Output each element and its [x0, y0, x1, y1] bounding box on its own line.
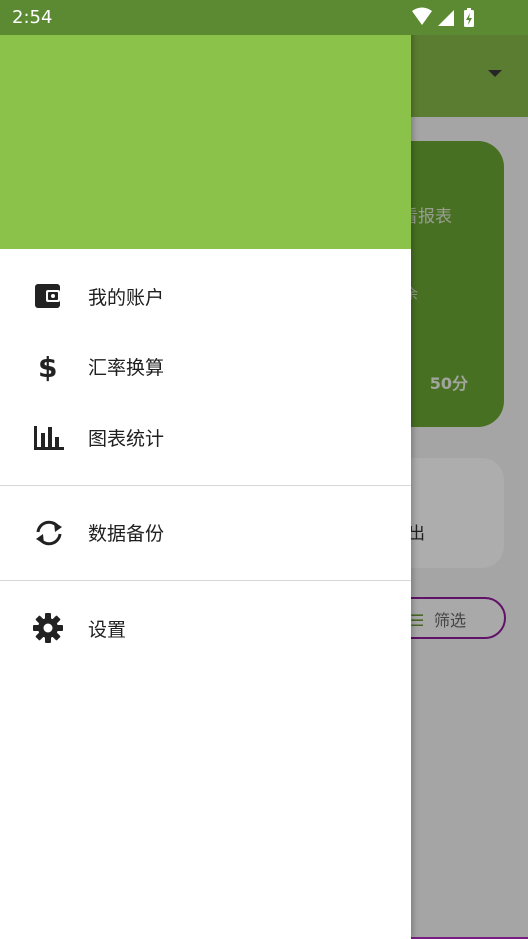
menu-label-exchange-rate: 汇率换算 — [88, 357, 165, 379]
bar-chart-icon — [32, 423, 68, 453]
dollar-icon: $ — [32, 351, 68, 384]
menu-item-my-account[interactable]: 我的账户 — [0, 261, 411, 331]
status-bar: 2:54 — [0, 0, 528, 35]
signal-icon — [438, 10, 454, 26]
menu-label-my-account: 我的账户 — [88, 287, 165, 309]
wifi-icon — [412, 7, 432, 25]
drawer-divider — [0, 580, 411, 581]
menu-item-settings[interactable]: 设置 — [0, 593, 411, 663]
menu-item-exchange-rate[interactable]: $ 汇率换算 — [0, 331, 411, 401]
status-icons — [410, 7, 490, 29]
menu-label-data-backup: 数据备份 — [88, 523, 165, 545]
battery-icon — [464, 8, 474, 27]
gear-icon — [32, 613, 68, 644]
drawer-header — [0, 0, 411, 249]
menu-item-chart-stats[interactable]: 图表统计 — [0, 402, 411, 472]
sync-icon — [32, 518, 68, 548]
drawer-divider — [0, 485, 411, 486]
svg-text:$: $ — [38, 351, 57, 382]
menu-label-settings: 设置 — [88, 619, 127, 641]
status-time: 2:54 — [12, 7, 53, 28]
wallet-icon — [32, 282, 68, 312]
navigation-drawer: 我的账户 $ 汇率换算 图表统计 数据备份 设置 — [0, 0, 411, 939]
menu-item-data-backup[interactable]: 数据备份 — [0, 497, 411, 567]
menu-label-chart-stats: 图表统计 — [88, 428, 165, 450]
